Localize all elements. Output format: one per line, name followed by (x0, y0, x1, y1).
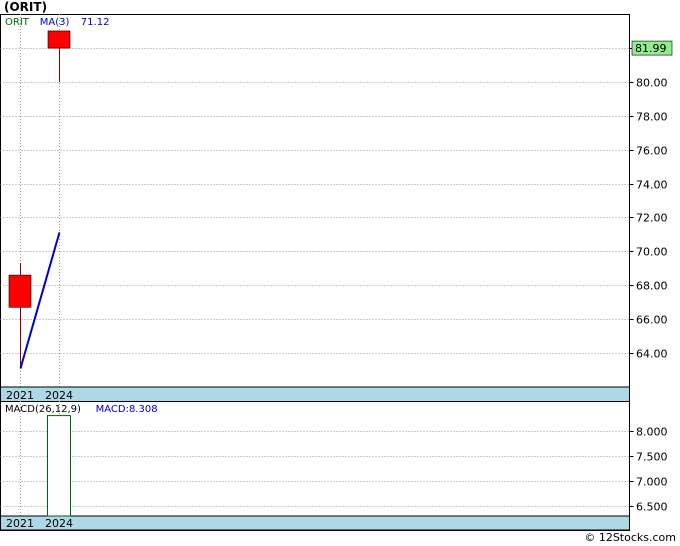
price-panel: 64.00 66.00 68.00 70.00 72.00 74.00 76.00 78.00… (0, 14, 673, 403)
macd-bar (47, 415, 71, 517)
y-tick-label: 8.000 (636, 426, 668, 439)
y-tick-label: 68.00 (636, 280, 668, 293)
x-tick-label: 2021 (6, 389, 34, 402)
y-tick-label: 74.00 (636, 179, 668, 192)
panel-frame (0, 401, 630, 531)
candle-body (47, 30, 71, 49)
y-tick-label: 7.500 (636, 451, 668, 464)
footer-copyright: © 12Stocks.com (584, 531, 676, 544)
last-price-label: 81.99 (635, 42, 667, 55)
x-axis-band (0, 515, 630, 531)
y-tick-label: 64.00 (636, 348, 668, 361)
x-axis-band (0, 386, 630, 403)
legend-item: MACD:8.308 (96, 404, 158, 415)
stock-chart: 64.00 66.00 68.00 70.00 72.00 74.00 76.00 78.00… (0, 14, 673, 531)
y-tick-label: 76.00 (636, 145, 668, 158)
y-tick-label: 7.000 (636, 476, 668, 489)
y-tick-label: 78.00 (636, 111, 668, 124)
candle-body (8, 274, 32, 308)
x-tick-label: 2024 (45, 517, 73, 530)
x-tick-label: 2024 (45, 389, 73, 402)
y-tick-label: 80.00 (636, 77, 668, 90)
legend-item: MACD(26,12,9) (5, 404, 81, 415)
legend-item: ORIT (5, 17, 30, 28)
legend-item: 71.12 (81, 17, 110, 28)
legend-item: MA(3) (40, 17, 70, 28)
y-tick-label: 70.00 (636, 246, 668, 259)
y-tick-label: 66.00 (636, 314, 668, 327)
panel-frame (0, 14, 630, 403)
y-tick-label: 6.500 (636, 501, 668, 514)
y-tick-label: 72.00 (636, 212, 668, 225)
macd-panel: 6.500 7.000 7.500 8.000 2021 2024 MACD(26,12,9… (0, 401, 668, 531)
x-tick-label: 2021 (6, 517, 34, 530)
